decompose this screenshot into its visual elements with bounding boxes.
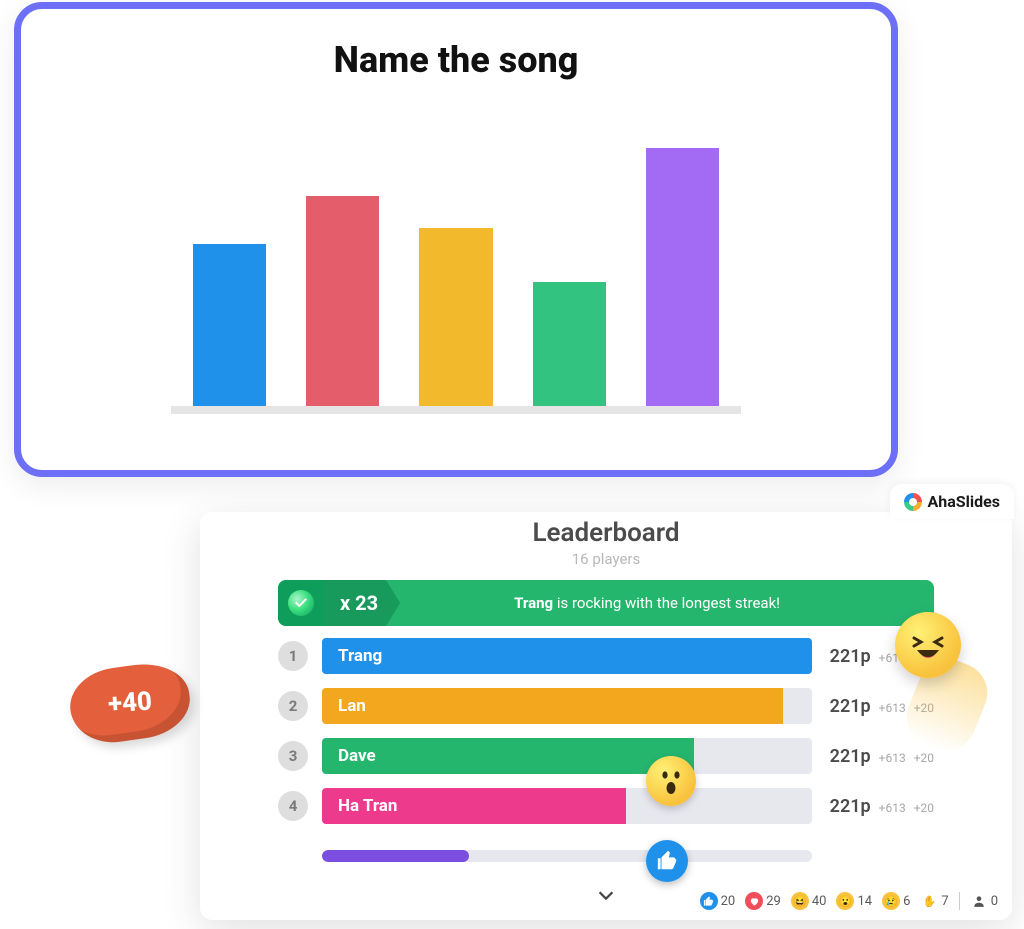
player-name: Ha Tran [338,788,397,824]
score-fill [322,738,694,774]
points-plus1: +613 [879,801,906,815]
score-fill [322,638,812,674]
chart-bar [306,196,379,406]
wow-icon: 😮 [836,892,854,910]
leaderboard-row: 3 Dave 221p +613 +20 [278,736,934,776]
points-candy: +40 [70,666,190,740]
rank-badge: 2 [278,691,308,721]
thumbs-up-icon [700,892,718,910]
chart-bar [533,282,606,406]
streak-multiplier: x 23 [324,580,400,626]
reaction-wow[interactable]: 😮 14 [836,892,872,910]
rank-badge: 3 [278,741,308,771]
points: 221p [830,696,871,717]
brand-logo-icon [904,493,922,511]
question-card: Name the song [14,2,898,477]
rank-badge: 4 [278,791,308,821]
player-name: Lan [338,688,366,724]
laugh-icon: 😆 [791,892,809,910]
points-plus1: +613 [879,751,906,765]
brand-badge[interactable]: AhaSlides [890,484,1014,519]
chart-bar [646,148,719,406]
chart-bar [193,244,266,406]
reaction-sad-count: 6 [903,894,910,909]
reaction-heart-count: 29 [766,894,781,909]
score-cell: 221p +613 +20 [826,796,934,817]
leaderboard-row: 1Trang221p+613+20 [278,636,934,676]
player-name: Dave [338,738,376,774]
player-name: Trang [338,638,382,674]
reaction-sad[interactable]: 😢 6 [882,892,910,910]
points: 221p [830,796,871,817]
reaction-laugh-count: 40 [812,894,827,909]
score-track: Ha Tran [322,788,812,824]
score-track [322,850,812,862]
separator [959,892,960,910]
points: 221p [830,746,871,767]
score-track: Trang [322,638,812,674]
leaderboard-row: 2Lan221p+613+20 [278,686,934,726]
wow-emoji-icon [654,764,688,798]
reaction-user-count: 0 [991,894,998,909]
leaderboard-row: 4 Ha Tran 221p +613 +20 [278,786,934,826]
like-emoji-float [646,840,688,882]
streak-badge [278,580,324,626]
leaderboard-title: Leaderboard [200,518,1012,548]
laugh-emoji-float [895,612,961,678]
streak-gem-icon [288,590,314,616]
reaction-hand-count: 7 [941,894,948,909]
candy-text: +40 [107,687,153,720]
question-title: Name the song [21,39,891,81]
score-track: Dave [322,738,812,774]
score-fill [322,688,783,724]
points-plus2: +20 [914,801,934,815]
user-icon [970,892,988,910]
thumbs-up-icon [656,850,678,872]
reaction-like-count: 20 [721,894,736,909]
chart-bar [419,228,492,406]
heart-icon [745,892,763,910]
streak-text: Trang is rocking with the longest streak… [400,594,934,612]
streak-suffix: is rocking with the longest streak! [553,594,780,612]
chart-baseline [171,406,741,414]
bar-chart [171,114,741,414]
wow-emoji-float [646,756,696,806]
check-icon [294,596,308,610]
score-cell: 221p +613 +20 [826,746,934,767]
reactions-bar: 20 29 😆 40 😮 14 😢 6 ✋ 7 0 [700,892,998,910]
reaction-heart[interactable]: 29 [745,892,781,910]
leaderboard-row-collapsed: — [278,836,934,876]
reaction-like[interactable]: 20 [700,892,736,910]
reaction-user[interactable]: 0 [970,892,998,910]
leaderboard-rows: 1 Trang 221p +613 +20 2 Lan 221p +613 +20 3 Dave 221… [278,636,934,876]
streak-player: Trang [514,594,553,612]
leaderboard-subtitle: 16 players [200,550,1012,568]
score-track: Lan [322,688,812,724]
score-fill [322,850,469,862]
reaction-laugh[interactable]: 😆 40 [791,892,827,910]
points-plus2: +20 [914,751,934,765]
reaction-hand[interactable]: ✋ 7 [920,892,948,910]
points-plus1: +613 [879,701,906,715]
brand-name: AhaSlides [928,492,1000,511]
reaction-wow-count: 14 [857,894,872,909]
hand-icon: ✋ [920,892,938,910]
rank-badge: 1 [278,641,308,671]
leaderboard-card: Leaderboard 16 players x 23 Trang is roc… [200,512,1012,920]
sad-icon: 😢 [882,892,900,910]
chevron-down-icon [595,884,617,906]
streak-banner: x 23 Trang is rocking with the longest s… [278,580,934,626]
points: 221p [830,646,871,667]
laugh-emoji-icon [906,623,950,667]
